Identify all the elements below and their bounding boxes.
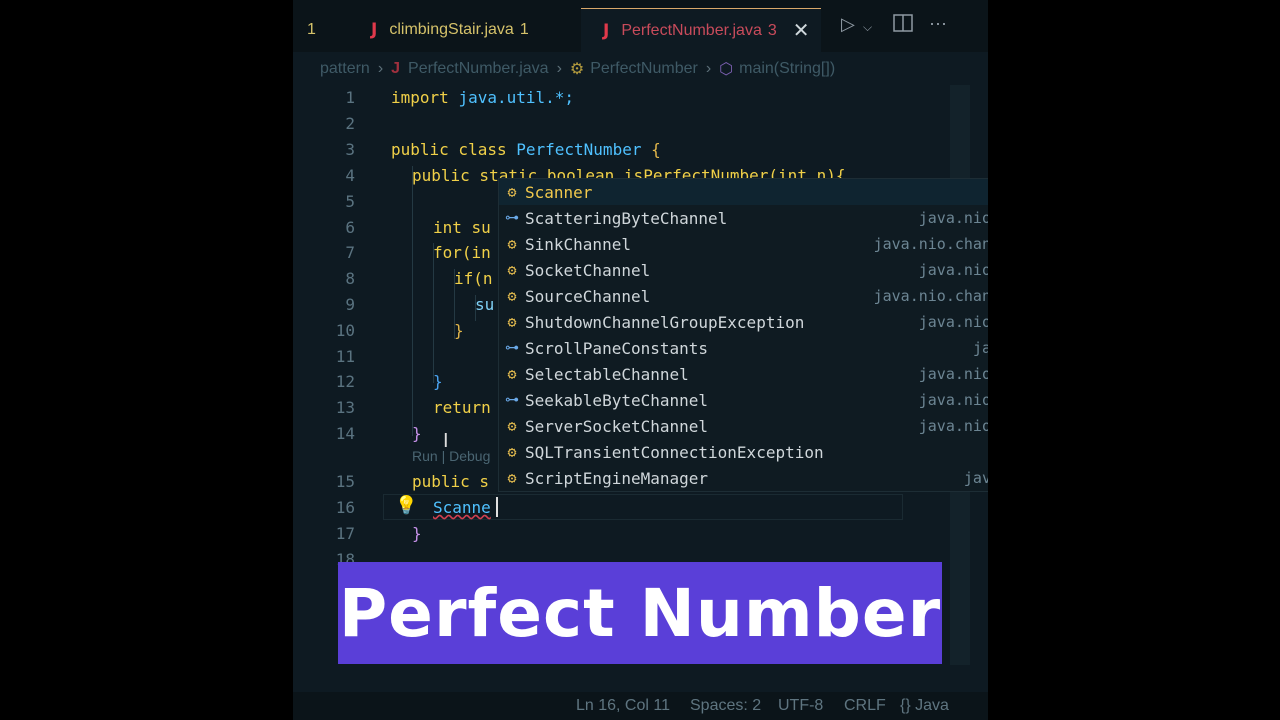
class-icon: ⚙ [507,183,517,201]
method-icon: ⬡ [719,61,734,78]
code-line-8: if(n [454,269,493,288]
autocomplete-suggestions: ⚙ Scanner ⊶ ScatteringByteChannel java.nio … [498,178,988,492]
encoding-setting[interactable]: UTF-8 [778,697,823,715]
suggestion-item[interactable]: ⊶ ScatteringByteChannel java.nio [499,205,988,231]
code-line-15: public s [412,472,490,491]
line-number: 5 [345,192,355,211]
class-icon: ⚙ [507,313,517,331]
line-number: 4 [345,166,355,185]
suggestion-item[interactable]: ⚙ SourceChannel java.nio.chan [499,283,988,309]
tab-problem-count: 1 [519,21,529,38]
interface-icon: ⊶ [505,392,519,408]
suggestion-item[interactable]: ⊶ SeekableByteChannel java.nio [499,387,988,413]
run-icon[interactable]: ▷ [841,14,855,35]
breadcrumb-folder[interactable]: pattern [320,60,370,78]
status-bar: Ln 16, Col 11 Spaces: 2 UTF-8 CRLF {} Ja… [293,692,988,720]
class-icon: ⚙ [507,443,517,461]
line-number: 7 [345,243,355,262]
tab-perfectnumber-active[interactable]: J PerfectNumber.java 3 ✕ [581,8,821,52]
class-icon: ⚙ [569,61,585,78]
line-number: 17 [335,524,355,543]
suggestion-item[interactable]: ⚙ SelectableChannel java.nio [499,361,988,387]
breadcrumb-file[interactable]: PerfectNumber.java [408,60,549,78]
class-icon: ⚙ [507,261,517,279]
line-number: 12 [335,372,355,391]
indent-guide [412,166,413,436]
class-icon: ⚙ [507,469,517,487]
class-icon: ⚙ [507,235,517,253]
code-line-10: } [454,321,464,340]
line-number: 3 [345,140,355,159]
line-number: 10 [335,321,355,340]
suggestion-item[interactable]: ⊶ScrollPaneConstantsja [499,335,988,361]
mouse-ibeam-icon: I [443,430,449,452]
close-icon[interactable]: ✕ [793,18,810,43]
code-line-14: } [412,424,422,443]
line-number: 13 [335,398,355,417]
tab-problem-count: 1 [307,21,316,38]
breadcrumb-class[interactable]: PerfectNumber [590,60,698,78]
overlay-title: Perfect Number [338,574,942,652]
line-ending-setting[interactable]: CRLF [844,697,886,715]
suggestion-item[interactable]: ⚙ Scanner [499,179,988,205]
code-line-9: su [475,295,495,314]
suggestion-item[interactable]: ⚙ScriptEngineManagerjav [499,465,988,491]
code-line-6: int su [433,218,491,237]
chevron-right-icon: › [556,60,562,77]
suggestion-item[interactable]: ⚙ SinkChannel java.nio.chan [499,231,988,257]
chevron-right-icon: › [377,60,384,77]
line-number: 8 [345,269,355,288]
chevron-down-icon[interactable]: ⌵ [863,20,872,35]
line-number: 14 [335,424,355,443]
breadcrumb: pattern › J PerfectNumber.java › ⚙ Perfe… [293,52,988,86]
tab-climbingstair[interactable]: J climbingStair.java 1 [371,8,577,52]
suggestion-item[interactable]: ⚙ SQLTransientConnectionException [499,439,988,465]
indent-guide [433,243,434,383]
code-line-7: for(in [433,243,491,262]
code-line-1: import java.util.*; [391,88,575,107]
class-icon: ⚙ [507,365,517,383]
line-number: 6 [345,218,355,237]
tab-bar: 1 J climbingStair.java 1 J PerfectNumber… [293,0,988,52]
suggestion-item[interactable]: ⚙ ServerSocketChannel java.nio [499,413,988,439]
suggestion-item[interactable]: ⚙ SocketChannel java.nio [499,257,988,283]
codelens-run-debug[interactable]: Run | Debug [412,448,490,464]
line-number: 15 [335,472,355,491]
language-mode[interactable]: {} Java [900,697,949,715]
class-icon: ⚙ [507,417,517,435]
tab-problem-count: 3 [767,21,777,39]
java-file-icon: J [391,60,401,77]
code-line-12: } [433,372,443,391]
text-cursor [496,497,498,517]
code-line-16: Scanne [433,498,491,517]
line-number: 9 [345,295,355,314]
indentation-setting[interactable]: Spaces: 2 [690,697,761,715]
code-line-17: } [412,524,422,543]
java-file-icon: J [603,20,610,41]
code-line-13: return [433,398,491,417]
suggestion-item[interactable]: ⚙ ShutdownChannelGroupException java.nio [499,309,988,335]
lightbulb-icon[interactable]: 💡 [395,495,417,516]
tab-partial[interactable]: 1 [301,8,341,52]
code-line-3: public class PerfectNumber { [391,140,661,159]
line-number: 16 [335,498,355,517]
tab-label: PerfectNumber.java [621,21,762,39]
line-number: 1 [345,88,355,107]
tab-label: climbingStair.java [389,21,514,38]
chevron-right-icon: › [705,60,712,77]
line-number: 11 [335,347,355,366]
split-editor-icon[interactable] [893,14,913,37]
class-icon: ⚙ [507,287,517,305]
breadcrumb-method[interactable]: main(String[]) [739,60,835,78]
cursor-position[interactable]: Ln 16, Col 11 [576,697,670,715]
video-title-overlay: Perfect Number [338,562,942,664]
interface-icon: ⊶ [505,210,519,226]
java-file-icon: J [371,20,378,40]
more-actions-icon[interactable]: ⋯ [929,14,947,35]
line-number: 2 [345,114,355,133]
interface-icon: ⊶ [505,340,519,356]
